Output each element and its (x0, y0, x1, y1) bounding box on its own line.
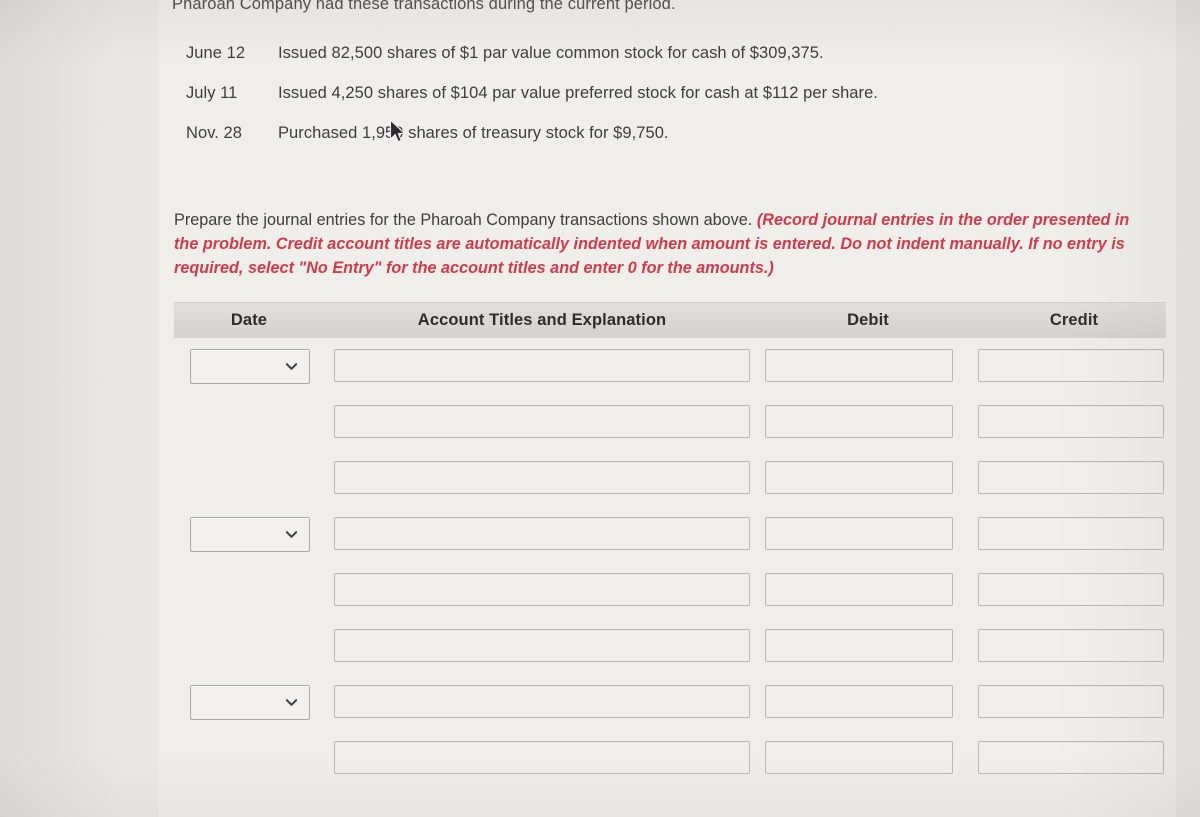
credit-input[interactable] (979, 518, 1163, 549)
debit-field-2[interactable] (765, 461, 953, 494)
credit-input[interactable] (979, 462, 1163, 493)
credit-field-2[interactable] (978, 461, 1164, 494)
debit-field-1[interactable] (765, 405, 953, 438)
chevron-down-icon (284, 527, 299, 542)
journal-row (174, 741, 1166, 797)
credit-field-6[interactable] (978, 685, 1164, 718)
account-title-input[interactable] (335, 350, 749, 381)
credit-field-3[interactable] (978, 517, 1164, 550)
intro-sentence: Pharoah Company had these transactions d… (172, 0, 676, 13)
transaction-row: June 12 Issued 82,500 shares of $1 par v… (186, 44, 1166, 84)
transaction-row: July 11 Issued 4,250 shares of $104 par … (186, 84, 1166, 124)
transaction-date: June 12 (186, 44, 246, 62)
transaction-description: Purchased 1,950 shares of treasury stock… (278, 124, 669, 142)
journal-row (174, 517, 1166, 573)
account-title-input[interactable] (335, 518, 749, 549)
journal-row (174, 629, 1166, 685)
account-title-field-1[interactable] (334, 405, 750, 438)
journal-entry-table: Date Account Titles and Explanation Debi… (174, 302, 1166, 797)
account-title-field-3[interactable] (334, 517, 750, 550)
journal-table-body (174, 338, 1166, 797)
debit-input[interactable] (766, 350, 952, 381)
journal-row (174, 573, 1166, 629)
journal-table-header: Date Account Titles and Explanation Debi… (174, 302, 1166, 338)
journal-row (174, 349, 1166, 405)
debit-input[interactable] (766, 406, 952, 437)
account-title-field-4[interactable] (334, 573, 750, 606)
debit-input[interactable] (766, 686, 952, 717)
date-select-6[interactable] (190, 685, 310, 720)
column-header-debit: Debit (847, 311, 889, 329)
transaction-list: June 12 Issued 82,500 shares of $1 par v… (186, 44, 1166, 164)
column-header-credit: Credit (1049, 311, 1099, 329)
debit-input[interactable] (766, 574, 952, 605)
account-title-field-2[interactable] (334, 461, 750, 494)
debit-field-4[interactable] (765, 573, 953, 606)
debit-field-5[interactable] (765, 629, 953, 662)
debit-field-6[interactable] (765, 685, 953, 718)
journal-row (174, 405, 1166, 461)
column-header-date: Date (230, 311, 268, 329)
transaction-description: Issued 82,500 shares of $1 par value com… (278, 44, 824, 62)
account-title-field-6[interactable] (334, 685, 750, 718)
account-title-input[interactable] (335, 742, 749, 773)
instructions-plain: Prepare the journal entries for the Phar… (174, 211, 757, 229)
journal-row (174, 685, 1166, 741)
debit-field-0[interactable] (765, 349, 953, 382)
debit-input[interactable] (766, 518, 952, 549)
debit-field-7[interactable] (765, 741, 953, 774)
transaction-row: Nov. 28 Purchased 1,950 shares of treasu… (186, 124, 1166, 164)
credit-field-7[interactable] (978, 741, 1164, 774)
credit-input[interactable] (979, 406, 1163, 437)
instructions-paragraph: Prepare the journal entries for the Phar… (174, 208, 1150, 280)
account-title-field-7[interactable] (334, 741, 750, 774)
transaction-date: July 11 (186, 84, 238, 102)
account-title-input[interactable] (335, 406, 749, 437)
credit-field-5[interactable] (978, 629, 1164, 662)
page-right-edge (1176, 0, 1200, 817)
debit-input[interactable] (766, 630, 952, 661)
debit-input[interactable] (766, 462, 952, 493)
date-select-0[interactable] (190, 349, 310, 384)
credit-input[interactable] (979, 630, 1163, 661)
credit-input[interactable] (979, 686, 1163, 717)
column-header-account-titles: Account Titles and Explanation (417, 311, 667, 329)
chevron-down-icon (284, 359, 299, 374)
date-select-3[interactable] (190, 517, 310, 552)
account-title-input[interactable] (335, 630, 749, 661)
credit-field-0[interactable] (978, 349, 1164, 382)
chevron-down-icon (284, 695, 299, 710)
screenshot-root: Pharoah Company had these transactions d… (0, 0, 1200, 817)
credit-input[interactable] (979, 350, 1163, 381)
transaction-date: Nov. 28 (186, 124, 242, 142)
credit-input[interactable] (979, 574, 1163, 605)
account-title-field-0[interactable] (334, 349, 750, 382)
account-title-field-5[interactable] (334, 629, 750, 662)
journal-row (174, 461, 1166, 517)
account-title-input[interactable] (335, 574, 749, 605)
credit-input[interactable] (979, 742, 1163, 773)
debit-field-3[interactable] (765, 517, 953, 550)
transaction-description: Issued 4,250 shares of $104 par value pr… (278, 84, 878, 102)
credit-field-4[interactable] (978, 573, 1164, 606)
credit-field-1[interactable] (978, 405, 1164, 438)
account-title-input[interactable] (335, 462, 749, 493)
account-title-input[interactable] (335, 686, 749, 717)
debit-input[interactable] (766, 742, 952, 773)
